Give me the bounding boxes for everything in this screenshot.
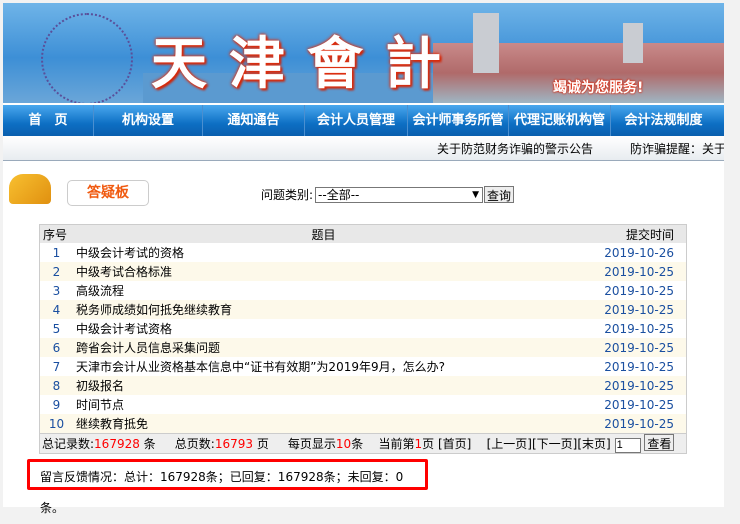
table-row[interactable]: 6 跨省会计人员信息采集问题 2019-10-25 [39, 338, 687, 357]
question-table: 序号 题目 提交时间 1 中级会计考试的资格 2019-10-26 2 中级考试合格标准… [39, 224, 687, 454]
feedback-summary: 留言反馈情况：总计：167928条；已回复：167928条；未回复：0条。 [27, 459, 428, 515]
row-number: 8 [39, 376, 73, 395]
table-header: 序号 题目 提交时间 [39, 224, 687, 243]
category-filter: 问题类别: --全部-- ▼ 查询 [261, 186, 515, 203]
nav-home[interactable]: 首 页 [3, 105, 94, 136]
row-number: 9 [52, 397, 61, 412]
question-link[interactable]: 时间节点 [73, 395, 574, 414]
submit-date: 2019-10-25 [574, 300, 687, 319]
marquee-item[interactable]: 关于防范财务诈骗的警示公告 [437, 136, 593, 160]
table-row[interactable]: 4 税务师成绩如何抵免继续教育 2019-10-25 [39, 300, 687, 319]
nav-accountant[interactable]: 会计人员管理 [305, 105, 408, 136]
row-number: 2 [39, 262, 73, 281]
dropdown-arrow-icon: ▼ [472, 189, 480, 200]
table-row[interactable]: 5 中级会计考试资格 2019-10-25 [40, 319, 687, 338]
main-nav: 首 页 机构设置 通知通告 会计人员管理 会计师事务所管 代理记账机构管 会计法… [3, 105, 724, 136]
col-header: 序号 [39, 224, 73, 243]
submit-date: 2019-10-25 [604, 397, 674, 412]
question-link[interactable]: 跨省会计人员信息采集问题 [73, 338, 574, 357]
table-row[interactable]: 10 继续教育抵免 2019-10-25 [39, 414, 687, 434]
nav-org[interactable]: 机构设置 [94, 105, 203, 136]
category-select[interactable]: --全部-- ▼ [315, 186, 484, 203]
table-row[interactable]: 9 时间节点 2019-10-25 [40, 395, 687, 414]
page-input[interactable] [614, 437, 641, 453]
submit-date: 2019-10-26 [604, 245, 674, 260]
last-page-link[interactable]: [末页] [577, 437, 610, 451]
pager-row: 总记录数:167928 条 总页数:16793 页 每页显示10条 当前第1页 … [39, 433, 687, 454]
question-link[interactable]: 中级会计考试资格 [73, 319, 574, 338]
question-link[interactable]: 中级会计考试的资格 [73, 243, 574, 262]
table-row[interactable]: 3 高级流程 2019-10-25 [40, 281, 687, 300]
question-link[interactable]: 初级报名 [73, 376, 574, 395]
submit-date: 2019-10-25 [574, 376, 687, 395]
nav-firm[interactable]: 会计师事务所管 [408, 105, 509, 136]
row-number: 7 [52, 359, 61, 374]
table-row[interactable]: 2 中级考试合格标准 2019-10-25 [39, 262, 687, 281]
submit-date: 2019-10-25 [604, 359, 674, 374]
row-number: 10 [39, 414, 73, 434]
next-page-link[interactable]: [下一页] [532, 437, 577, 451]
table-row[interactable]: 7 天津市会计从业资格基本信息中“证书有效期”为2019年9月，怎么办? 2019-… [40, 357, 687, 376]
table-row[interactable]: 1 中级会计考试的资格 2019-10-26 [40, 243, 687, 262]
submit-date: 2019-10-25 [604, 283, 674, 298]
pager-text: 总记录数:167928 条 总页数:16793 页 每页显示10条 当前第1页 [42, 437, 435, 452]
row-number: 1 [52, 245, 61, 260]
select-value: --全部-- [318, 187, 360, 202]
row-number: 4 [39, 300, 73, 319]
table-row[interactable]: 8 初级报名 2019-10-25 [39, 376, 687, 395]
mailbox-icon [9, 174, 51, 204]
question-link[interactable]: 中级考试合格标准 [73, 262, 574, 281]
submit-date: 2019-10-25 [574, 262, 687, 281]
first-page-link[interactable]: [首页] [438, 437, 471, 451]
marquee-item[interactable]: 防诈骗提醒：关于 [630, 136, 724, 160]
submit-date: 2019-10-25 [604, 321, 674, 336]
filter-label: 问题类别: [261, 188, 314, 202]
col-header: 题目 [73, 224, 574, 243]
question-link[interactable]: 税务师成绩如何抵免继续教育 [73, 300, 574, 319]
question-link[interactable]: 天津市会计从业资格基本信息中“证书有效期”为2019年9月，怎么办? [73, 357, 574, 376]
submit-date: 2019-10-25 [574, 414, 687, 434]
qa-board-label: 答疑板 [67, 180, 149, 206]
banner: 天津會計 竭诚为您服务! [3, 3, 724, 103]
col-header: 提交时间 [574, 224, 687, 243]
go-page-button[interactable]: 查看 [644, 434, 675, 452]
prev-page-link[interactable]: [上一页] [487, 437, 532, 451]
slogan: 竭诚为您服务! [553, 80, 644, 96]
news-marquee: 关于防范财务诈骗的警示公告 防诈骗提醒：关于 [3, 136, 724, 161]
page: 天津會計 竭诚为您服务! 首 页 机构设置 通知通告 会计人员管理 会计师事务所… [3, 3, 724, 515]
row-number: 5 [52, 321, 61, 336]
ferris-wheel-image [41, 13, 133, 103]
question-link[interactable]: 继续教育抵免 [73, 414, 574, 434]
site-title: 天津會計 [151, 31, 463, 97]
query-button[interactable]: 查询 [484, 186, 515, 203]
submit-date: 2019-10-25 [574, 338, 687, 357]
nav-notice[interactable]: 通知通告 [203, 105, 305, 136]
nav-agency[interactable]: 代理记账机构管 [509, 105, 611, 136]
row-number: 3 [52, 283, 61, 298]
row-number: 6 [39, 338, 73, 357]
question-link[interactable]: 高级流程 [73, 281, 574, 300]
nav-law[interactable]: 会计法规制度 [611, 105, 716, 136]
